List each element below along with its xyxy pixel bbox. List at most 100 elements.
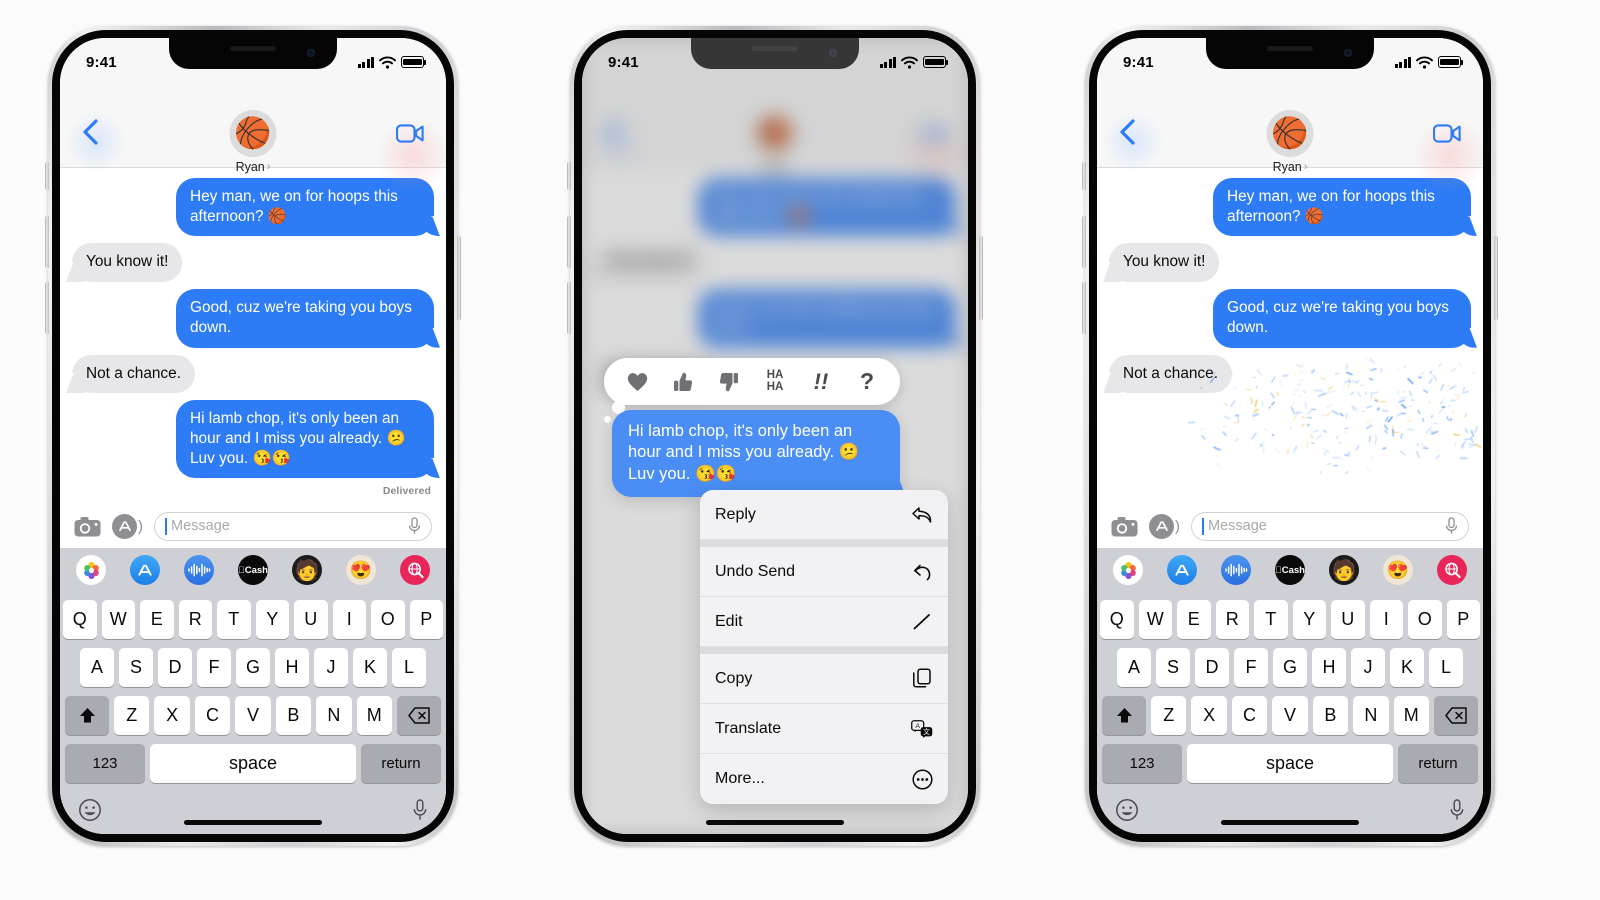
key-P[interactable]: P	[409, 600, 443, 639]
key-W[interactable]: W	[1138, 600, 1172, 639]
message-row[interactable]: Hey man, we on for hoops this afternoon?…	[72, 178, 441, 237]
key-O[interactable]: O	[371, 600, 405, 639]
space-key[interactable]: space	[1187, 744, 1393, 783]
audio-message-app-icon[interactable]	[184, 555, 214, 585]
context-menu-item-reply[interactable]: Reply	[700, 490, 948, 540]
key-L[interactable]: L	[392, 648, 426, 687]
context-menu-item-translate[interactable]: Translate A文	[700, 704, 948, 754]
home-indicator[interactable]	[1221, 820, 1359, 825]
key-Z[interactable]: Z	[1151, 696, 1187, 735]
key-Y[interactable]: Y	[1292, 600, 1326, 639]
message-input-field[interactable]: Message	[154, 511, 432, 541]
key-J[interactable]: J	[314, 648, 348, 687]
return-key[interactable]: return	[361, 744, 441, 783]
key-K[interactable]: K	[353, 648, 387, 687]
key-D[interactable]: D	[1195, 648, 1229, 687]
message-row[interactable]: Good, cuz we're taking you boys down.	[1109, 289, 1478, 349]
app-store-app-icon[interactable]	[130, 555, 160, 585]
emoji-smiley-icon[interactable]	[78, 798, 102, 827]
tapback-haha-button[interactable]: HA HA	[752, 359, 798, 405]
power-button[interactable]	[1494, 236, 1498, 320]
message-input-field[interactable]: Message	[1191, 511, 1469, 541]
key-C[interactable]: C	[194, 696, 231, 735]
message-row[interactable]: Good, cuz we're taking you boys down.	[72, 289, 441, 349]
key-G[interactable]: G	[1273, 648, 1307, 687]
key-B[interactable]: B	[1312, 696, 1349, 735]
key-W[interactable]: W	[101, 600, 135, 639]
power-button[interactable]	[457, 236, 461, 320]
key-E[interactable]: E	[1177, 600, 1211, 639]
key-R[interactable]: R	[1215, 600, 1249, 639]
contact-header[interactable]: 🏀 Ryan ›	[229, 110, 277, 174]
message-row[interactable]: You know it!	[64, 243, 434, 283]
key-F[interactable]: F	[1234, 648, 1268, 687]
message-row[interactable]: Not a chance.	[65, 354, 434, 394]
key-D[interactable]: D	[158, 648, 192, 687]
message-row[interactable]: You know it!	[1101, 243, 1471, 283]
message-bubble-incoming[interactable]: You know it!	[1101, 243, 1220, 283]
key-T[interactable]: T	[217, 600, 251, 639]
tapback-thumbs-down-button[interactable]	[706, 359, 752, 405]
images-search-app-icon[interactable]	[1437, 555, 1467, 585]
microphone-icon[interactable]	[407, 517, 422, 535]
key-L[interactable]: L	[1429, 648, 1463, 687]
emoji-smiley-icon[interactable]	[1115, 798, 1139, 827]
app-store-button[interactable]: )	[1149, 513, 1180, 539]
space-key[interactable]: space	[150, 744, 356, 783]
tapback-reaction-bar[interactable]: HA HA !! ?	[604, 358, 900, 405]
volume-up-button[interactable]	[1082, 216, 1086, 268]
backspace-delete-icon[interactable]	[397, 696, 441, 735]
key-G[interactable]: G	[236, 648, 270, 687]
key-I[interactable]: I	[332, 600, 366, 639]
tapback-question-button[interactable]: ?	[844, 359, 890, 405]
app-store-button[interactable]: )	[112, 513, 143, 539]
key-P[interactable]: P	[1446, 600, 1480, 639]
images-search-app-icon[interactable]	[400, 555, 430, 585]
key-M[interactable]: M	[356, 696, 392, 735]
photos-app-icon[interactable]	[1113, 555, 1143, 585]
numbers-key[interactable]: 123	[65, 744, 145, 783]
message-bubble-outgoing[interactable]: Good, cuz we're taking you boys down.	[176, 289, 441, 349]
key-E[interactable]: E	[140, 600, 174, 639]
stickers-app-icon[interactable]: 😍	[346, 555, 376, 585]
volume-down-button[interactable]	[1082, 282, 1086, 334]
back-chevron-icon[interactable]	[1119, 118, 1137, 146]
home-indicator[interactable]	[706, 820, 844, 825]
key-S[interactable]: S	[119, 648, 153, 687]
key-F[interactable]: F	[197, 648, 231, 687]
key-Q[interactable]: Q	[1100, 600, 1134, 639]
memoji-app-icon[interactable]: 🧑	[292, 555, 322, 585]
key-M[interactable]: M	[1393, 696, 1429, 735]
volume-up-button[interactable]	[567, 216, 571, 268]
key-O[interactable]: O	[1408, 600, 1442, 639]
on-screen-keyboard[interactable]: QWERTYUIOP ASDFGHJKL ZXCVBNM 123 space r…	[1097, 592, 1483, 834]
dictation-microphone-icon[interactable]	[1449, 798, 1465, 827]
volume-down-button[interactable]	[567, 282, 571, 334]
key-Z[interactable]: Z	[114, 696, 150, 735]
camera-icon[interactable]	[74, 516, 101, 537]
key-N[interactable]: N	[1353, 696, 1389, 735]
tapback-heart-button[interactable]	[614, 359, 660, 405]
key-U[interactable]: U	[1331, 600, 1365, 639]
key-J[interactable]: J	[1351, 648, 1385, 687]
message-bubble-incoming[interactable]: Not a chance.	[65, 354, 195, 394]
key-K[interactable]: K	[1390, 648, 1424, 687]
microphone-icon[interactable]	[1444, 517, 1459, 535]
back-chevron-icon[interactable]	[82, 118, 100, 146]
facetime-video-icon[interactable]	[1432, 124, 1461, 148]
message-context-menu[interactable]: Reply Undo Send Edit Copy Translate A 文 …	[700, 490, 948, 804]
key-T[interactable]: T	[1254, 600, 1288, 639]
mute-switch-button[interactable]	[1082, 162, 1086, 190]
camera-icon[interactable]	[1111, 516, 1138, 537]
home-indicator[interactable]	[184, 820, 322, 825]
key-N[interactable]: N	[316, 696, 352, 735]
key-S[interactable]: S	[1156, 648, 1190, 687]
context-menu-item-edit[interactable]: Edit	[700, 597, 948, 647]
focused-message-bubble[interactable]: Hi lamb chop, it's only been an hour and…	[612, 410, 900, 498]
message-bubble-incoming[interactable]: You know it!	[64, 243, 183, 283]
power-button[interactable]	[979, 236, 983, 320]
key-Y[interactable]: Y	[255, 600, 289, 639]
stickers-app-icon[interactable]: 😍	[1383, 555, 1413, 585]
key-A[interactable]: A	[1117, 648, 1151, 687]
message-row[interactable]: Hi lamb chop, it's only been an hour and…	[72, 400, 441, 479]
